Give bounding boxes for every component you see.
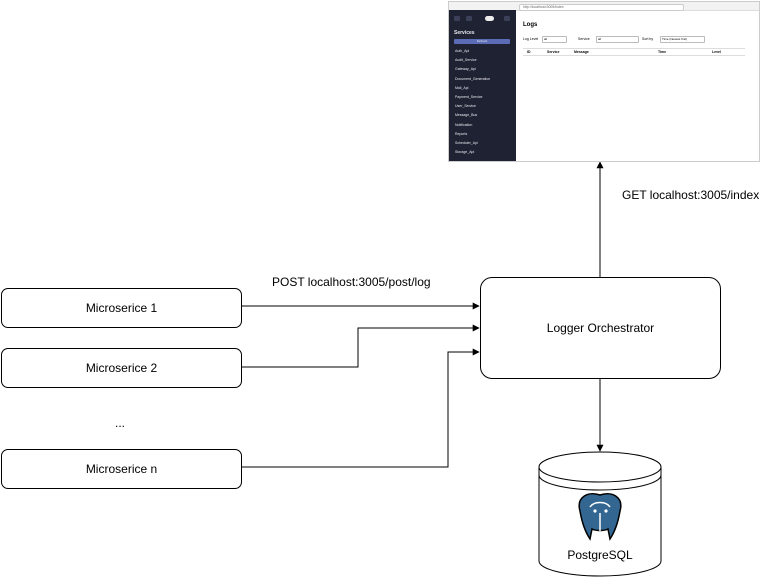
sidebar-title: Services [454, 30, 475, 36]
sidebar-item: Gateway_Api [455, 67, 476, 72]
post-edge-label: POST localhost:3005/post/log [272, 275, 431, 289]
grid-icon [466, 16, 472, 21]
database-label: PostgreSQL [567, 548, 633, 562]
logs-main: Logs Log Level all Service all Sort by T… [516, 10, 759, 161]
microservice-n-node: Microserice n [1, 449, 242, 489]
settings-icon [504, 16, 510, 21]
sidebar-item: Document_Generation [455, 76, 491, 81]
sidebar-item: Storage_Api [455, 150, 475, 155]
sidebar-item: Audit_Service [455, 58, 477, 63]
column-header: Message [574, 50, 589, 54]
microservice-2-node: Microserice 2 [1, 348, 242, 388]
postgresql-database-node: PostgreSQL [538, 451, 662, 577]
edge-msn-orchestrator [240, 348, 480, 468]
sidebar-item: Scheduler_Api [455, 141, 478, 145]
refresh-button: Refresh [454, 39, 510, 44]
sidebar-item: User_Service [455, 104, 477, 109]
logs-ui-screenshot: http://localhost:3005/index Services Ref… [448, 1, 760, 162]
filter-label: Service [578, 37, 590, 41]
column-header: Service [547, 50, 560, 54]
sidebar-item: Payment_Service [455, 95, 483, 99]
logs-title: Logs [523, 22, 538, 28]
service-select: all [596, 36, 639, 43]
sidebar-item: Reports [455, 131, 468, 136]
theme-toggle-icon [485, 16, 494, 21]
sidebar-item: Notification [455, 122, 473, 127]
column-header: Level [712, 50, 721, 54]
sort-select: Time (Newest first) [660, 36, 705, 43]
ellipsis-label: ... [115, 416, 126, 430]
filter-label: Sort by [642, 37, 654, 41]
node-label: Microserice 1 [85, 301, 158, 315]
node-label: Microserice 2 [85, 361, 158, 375]
sidebar-item: Auth_Api [455, 49, 470, 53]
level-select: all [542, 36, 567, 43]
menu-icon [454, 16, 460, 21]
get-edge-label: GET localhost:3005/index [622, 188, 760, 202]
sidebar-item: Message_Bus [455, 113, 478, 118]
filter-label: Log Level [523, 37, 539, 41]
microservice-1-node: Microserice 1 [1, 288, 242, 328]
sidebar: Services Refresh Auth_Api Audit_Service Ga… [449, 10, 516, 161]
logs-table-header: ID Service Message Time Level [523, 48, 745, 56]
column-header: Time [658, 50, 667, 54]
node-label: Microserice n [85, 462, 158, 476]
column-header: ID [527, 50, 531, 54]
node-label: Logger Orchestrator [546, 321, 655, 335]
logger-orchestrator-node: Logger Orchestrator [480, 277, 721, 379]
sidebar-item: Mail_Api [455, 85, 469, 90]
edge-ms2-orchestrator [240, 324, 480, 368]
